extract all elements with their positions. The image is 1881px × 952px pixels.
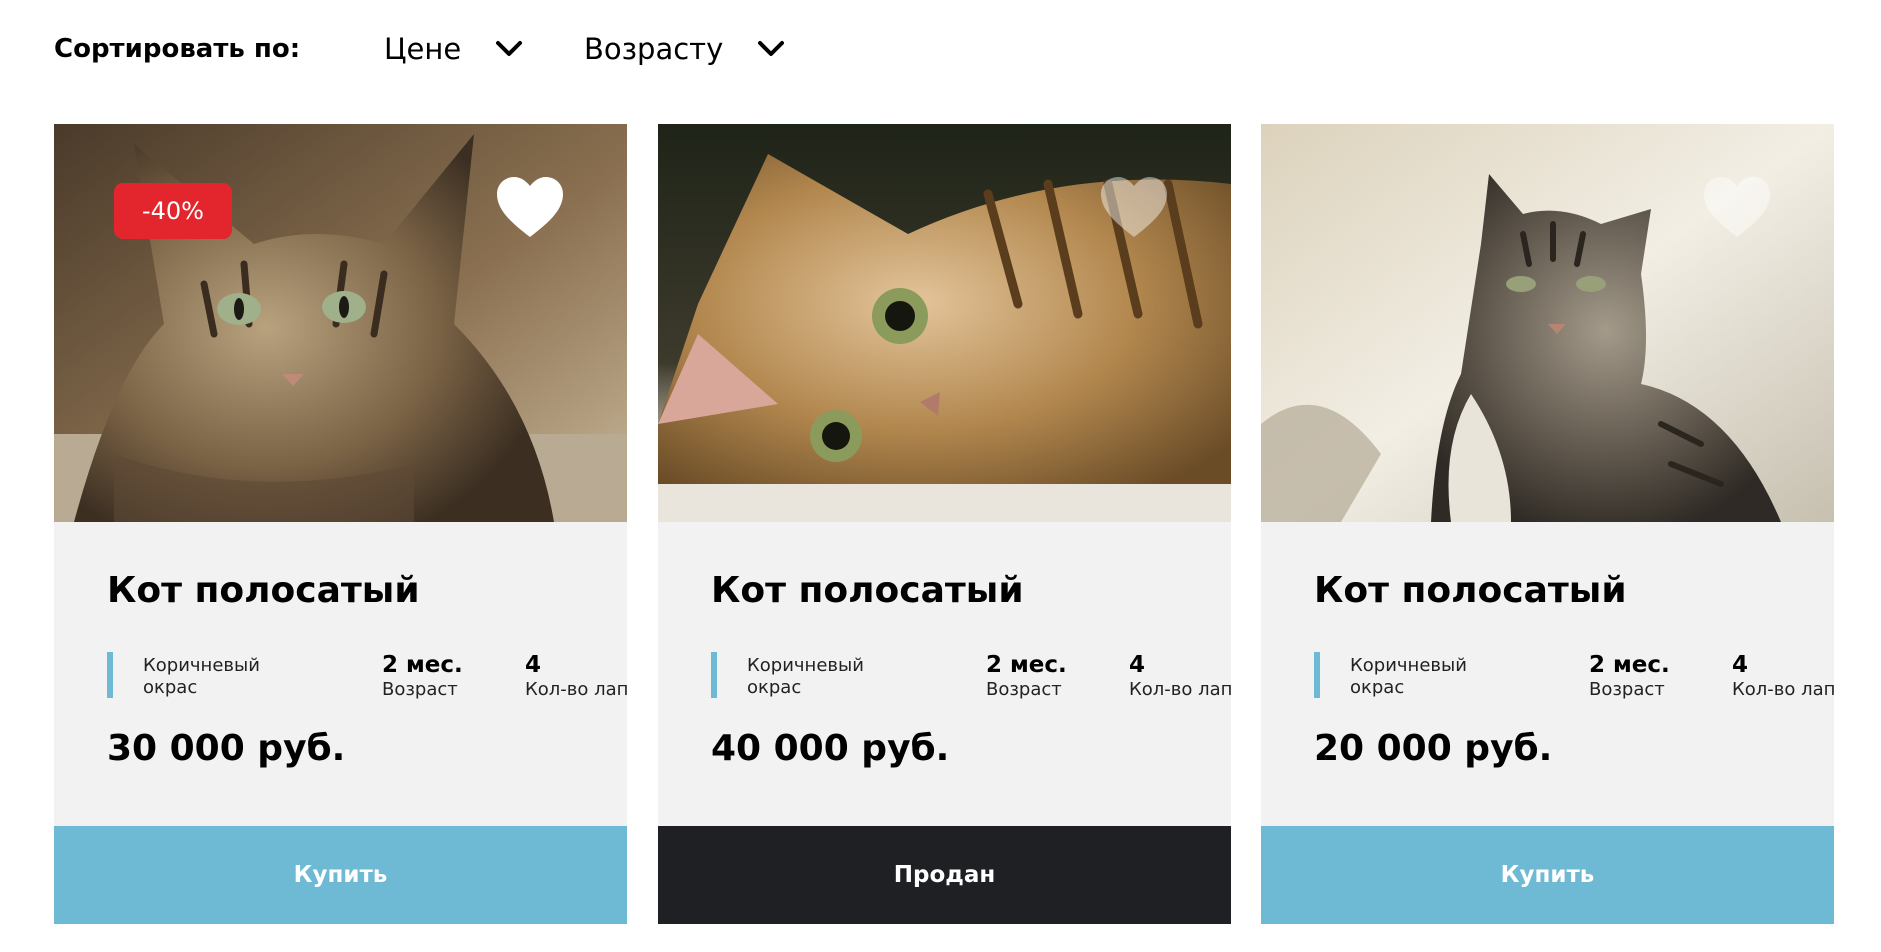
age-caption: Возраст bbox=[986, 679, 1062, 700]
buy-button[interactable]: Купить bbox=[54, 826, 627, 924]
favorite-button[interactable] bbox=[1702, 175, 1772, 239]
age-stat: 2 мес. Возраст bbox=[382, 652, 463, 702]
product-card: -40% Кот полосатый Коричневый окрас 2 ме… bbox=[54, 124, 628, 924]
accent-bar bbox=[107, 652, 113, 698]
sold-button[interactable]: Продан bbox=[658, 826, 1231, 924]
paws-stat: 4 Кол-во лап bbox=[1129, 652, 1232, 702]
chevron-down-icon bbox=[758, 41, 785, 56]
cat-stats: Коричневый окрас 2 мес. Возраст 4 Кол-во… bbox=[711, 652, 1232, 712]
age-value: 2 мес. bbox=[382, 652, 463, 678]
chevron-down-icon bbox=[496, 41, 523, 56]
favorite-button[interactable] bbox=[495, 175, 565, 239]
paws-stat: 4 Кол-во лап bbox=[1732, 652, 1835, 702]
paws-stat: 4 Кол-во лап bbox=[525, 652, 628, 702]
age-value: 2 мес. bbox=[986, 652, 1067, 678]
paws-value: 4 bbox=[525, 652, 542, 678]
price: 40 000 руб. bbox=[711, 728, 950, 769]
sort-by-price-dropdown[interactable]: Цене bbox=[384, 32, 523, 66]
heart-icon bbox=[1101, 177, 1167, 237]
age-stat: 2 мес. Возраст bbox=[986, 652, 1067, 702]
age-caption: Возраст bbox=[1589, 679, 1665, 700]
fur-color-label: Коричневый окрас bbox=[747, 655, 864, 698]
sort-by-age-dropdown[interactable]: Возрасту bbox=[584, 32, 785, 66]
sort-option-label: Возрасту bbox=[584, 32, 724, 66]
paws-value: 4 bbox=[1129, 652, 1146, 678]
age-caption: Возраст bbox=[382, 679, 458, 700]
fur-color-label: Коричневый окрас bbox=[1350, 655, 1467, 698]
card-title: Кот полосатый bbox=[107, 570, 420, 611]
paws-caption: Кол-во лап bbox=[1732, 679, 1836, 700]
sort-bar: Сортировать по: Цене Возрасту bbox=[54, 26, 854, 72]
heart-icon bbox=[497, 177, 563, 237]
paws-caption: Кол-во лап bbox=[1129, 679, 1233, 700]
sort-option-label: Цене bbox=[384, 32, 462, 66]
card-title: Кот полосатый bbox=[711, 570, 1024, 611]
buy-button[interactable]: Купить bbox=[1261, 826, 1834, 924]
age-stat: 2 мес. Возраст bbox=[1589, 652, 1670, 702]
sort-label: Сортировать по: bbox=[54, 34, 301, 64]
cat-stats: Коричневый окрас 2 мес. Возраст 4 Кол-во… bbox=[1314, 652, 1835, 712]
discount-badge: -40% bbox=[114, 183, 232, 239]
product-card: Кот полосатый Коричневый окрас 2 мес. Во… bbox=[1261, 124, 1835, 924]
cat-stats: Коричневый окрас 2 мес. Возраст 4 Кол-во… bbox=[107, 652, 628, 712]
price: 20 000 руб. bbox=[1314, 728, 1553, 769]
accent-bar bbox=[711, 652, 717, 698]
favorite-button[interactable] bbox=[1099, 175, 1169, 239]
product-card: Кот полосатый Коричневый окрас 2 мес. Во… bbox=[658, 124, 1232, 924]
accent-bar bbox=[1314, 652, 1320, 698]
paws-value: 4 bbox=[1732, 652, 1749, 678]
age-value: 2 мес. bbox=[1589, 652, 1670, 678]
price: 30 000 руб. bbox=[107, 728, 346, 769]
heart-icon bbox=[1704, 177, 1770, 237]
paws-caption: Кол-во лап bbox=[525, 679, 629, 700]
fur-color-label: Коричневый окрас bbox=[143, 655, 260, 698]
card-title: Кот полосатый bbox=[1314, 570, 1627, 611]
